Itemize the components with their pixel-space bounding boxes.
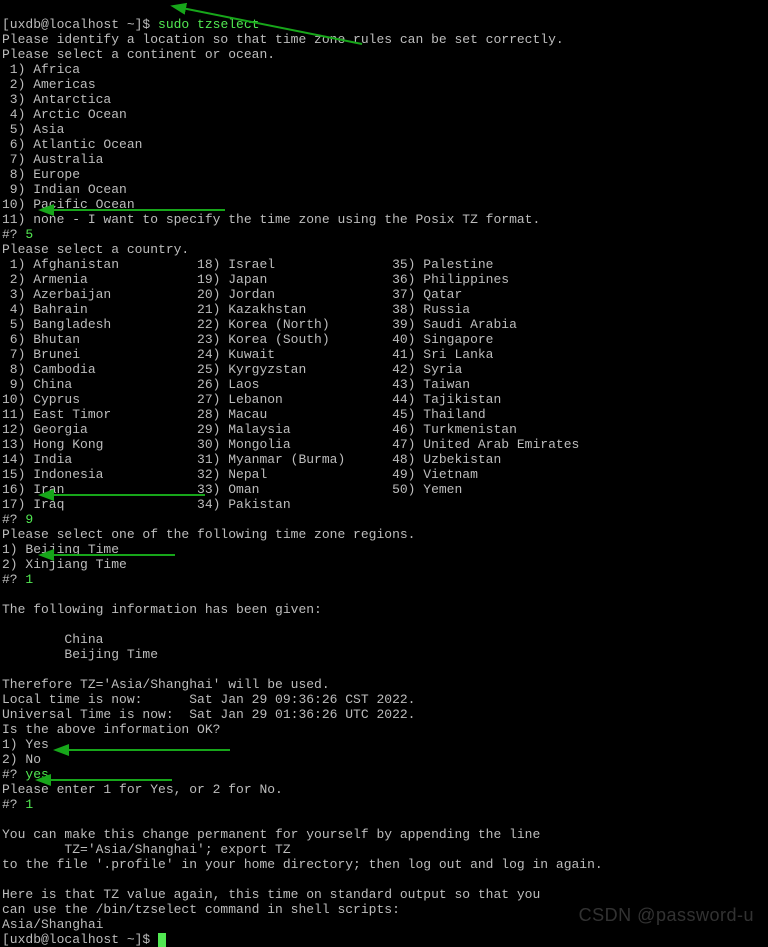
- answer-line[interactable]: #? 5: [2, 227, 33, 242]
- menu-option: 1) Beijing Time: [2, 542, 119, 557]
- menu-option: 6) Atlantic Ocean: [2, 137, 142, 152]
- output-line: Please enter 1 for Yes, or 2 for No.: [2, 782, 283, 797]
- terminal-output: [uxdb@localhost ~]$ sudo tzselect Please…: [2, 2, 603, 947]
- menu-option: 2) Xinjiang Time: [2, 557, 127, 572]
- prompt-line[interactable]: [uxdb@localhost ~]$: [2, 932, 166, 947]
- shell-prompt: [uxdb@localhost ~]$: [2, 17, 158, 32]
- menu-option: 12) Georgia 29) Malaysia 46) Turkmenista…: [2, 422, 517, 437]
- menu-option: 2) Americas: [2, 77, 96, 92]
- answer-prompt: #?: [2, 797, 25, 812]
- shell-prompt: [uxdb@localhost ~]$: [2, 932, 158, 947]
- menu-option: 16) Iran 33) Oman 50) Yemen: [2, 482, 462, 497]
- output-line: Asia/Shanghai: [2, 917, 103, 932]
- answer-prompt: #?: [2, 227, 25, 242]
- answer-line[interactable]: #? 1: [2, 572, 33, 587]
- menu-option: 10) Pacific Ocean: [2, 197, 135, 212]
- answer-prompt: #?: [2, 767, 25, 782]
- output-line: Local time is now: Sat Jan 29 09:36:26 C…: [2, 692, 415, 707]
- output-line: can use the /bin/tzselect command in she…: [2, 902, 400, 917]
- output-line: Therefore TZ='Asia/Shanghai' will be use…: [2, 677, 330, 692]
- menu-option: 9) China 26) Laos 43) Taiwan: [2, 377, 470, 392]
- output-line: China: [2, 632, 103, 647]
- answer-line[interactable]: #? 1: [2, 797, 33, 812]
- answer-prompt: #?: [2, 572, 25, 587]
- menu-option: 9) Indian Ocean: [2, 182, 127, 197]
- menu-option: 5) Bangladesh 22) Korea (North) 39) Saud…: [2, 317, 517, 332]
- menu-option: 4) Arctic Ocean: [2, 107, 127, 122]
- answer-value: yes: [25, 767, 48, 782]
- menu-option: 11) East Timor 28) Macau 45) Thailand: [2, 407, 486, 422]
- menu-option: 3) Antarctica: [2, 92, 111, 107]
- answer-value: 1: [25, 797, 33, 812]
- output-line: Universal Time is now: Sat Jan 29 01:36:…: [2, 707, 415, 722]
- output-line: Here is that TZ value again, this time o…: [2, 887, 540, 902]
- output-line: Please identify a location so that time …: [2, 32, 564, 47]
- menu-option: 8) Cambodia 25) Kyrgyzstan 42) Syria: [2, 362, 462, 377]
- menu-option: 13) Hong Kong 30) Mongolia 47) United Ar…: [2, 437, 579, 452]
- command-input: sudo tzselect: [158, 17, 259, 32]
- answer-line[interactable]: #? 9: [2, 512, 33, 527]
- output-line: The following information has been given…: [2, 602, 322, 617]
- answer-prompt: #?: [2, 512, 25, 527]
- answer-value: 9: [25, 512, 33, 527]
- menu-option: 17) Iraq 34) Pakistan: [2, 497, 291, 512]
- output-line: TZ='Asia/Shanghai'; export TZ: [2, 842, 291, 857]
- menu-option: 1) Yes: [2, 737, 49, 752]
- output-line: Please select a continent or ocean.: [2, 47, 275, 62]
- output-line: Please select a country.: [2, 242, 189, 257]
- prompt-line[interactable]: [uxdb@localhost ~]$ sudo tzselect: [2, 17, 259, 32]
- menu-option: 8) Europe: [2, 167, 80, 182]
- menu-option: 7) Australia: [2, 152, 103, 167]
- menu-option: 1) Africa: [2, 62, 80, 77]
- menu-option: 3) Azerbaijan 20) Jordan 37) Qatar: [2, 287, 462, 302]
- answer-line[interactable]: #? yes: [2, 767, 49, 782]
- menu-option: 1) Afghanistan 18) Israel 35) Palestine: [2, 257, 493, 272]
- menu-option: 2) Armenia 19) Japan 36) Philippines: [2, 272, 509, 287]
- menu-option: 4) Bahrain 21) Kazakhstan 38) Russia: [2, 302, 470, 317]
- menu-option: 7) Brunei 24) Kuwait 41) Sri Lanka: [2, 347, 493, 362]
- output-line: Is the above information OK?: [2, 722, 220, 737]
- menu-option: 5) Asia: [2, 122, 64, 137]
- output-line: Beijing Time: [2, 647, 158, 662]
- menu-option: 15) Indonesia 32) Nepal 49) Vietnam: [2, 467, 478, 482]
- menu-option: 11) none - I want to specify the time zo…: [2, 212, 540, 227]
- menu-option: 2) No: [2, 752, 41, 767]
- watermark-text: CSDN @password-u: [579, 908, 754, 923]
- answer-value: 1: [25, 572, 33, 587]
- output-line: to the file '.profile' in your home dire…: [2, 857, 603, 872]
- menu-option: 10) Cyprus 27) Lebanon 44) Tajikistan: [2, 392, 501, 407]
- output-line: Please select one of the following time …: [2, 527, 415, 542]
- menu-option: 14) India 31) Myanmar (Burma) 48) Uzbeki…: [2, 452, 501, 467]
- output-line: You can make this change permanent for y…: [2, 827, 540, 842]
- answer-value: 5: [25, 227, 33, 242]
- menu-option: 6) Bhutan 23) Korea (South) 40) Singapor…: [2, 332, 493, 347]
- cursor-block: [158, 933, 166, 947]
